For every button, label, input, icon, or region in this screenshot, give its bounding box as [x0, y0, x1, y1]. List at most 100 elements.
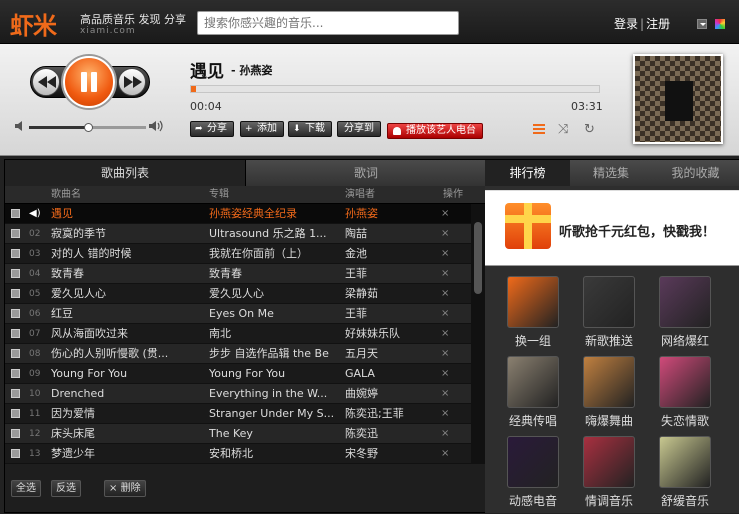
previous-button[interactable]	[32, 68, 60, 96]
classic-icon[interactable]	[507, 356, 559, 408]
share-button[interactable]: ➦ 分享	[190, 121, 234, 137]
search-input[interactable]	[197, 11, 459, 35]
volume-slider[interactable]	[29, 123, 146, 132]
row-checkbox[interactable]	[11, 389, 20, 398]
tab-song-list[interactable]: 歌曲列表	[5, 160, 246, 186]
add-button[interactable]: + 添加	[240, 121, 284, 137]
table-row[interactable]: 10 Drenched Everything in the W... 曲婉婷 ×	[5, 384, 471, 404]
shuffle-icon[interactable]: ⤨	[558, 122, 568, 137]
row-delete-icon[interactable]: ×	[441, 284, 449, 304]
table-row[interactable]: 06 红豆 Eyes On Me 王菲 ×	[5, 304, 471, 324]
table-row[interactable]: 09 Young For You Young For You GALA ×	[5, 364, 471, 384]
song-artist[interactable]: - 孙燕姿	[231, 62, 272, 78]
category-tile[interactable]: 舒缓音乐	[647, 430, 723, 512]
row-delete-icon[interactable]: ×	[441, 404, 449, 424]
row-delete-icon[interactable]: ×	[441, 264, 449, 284]
row-song[interactable]: 致青春	[51, 264, 201, 284]
row-album[interactable]: Eyes On Me	[209, 304, 337, 324]
row-album[interactable]: 南北	[209, 324, 337, 344]
row-checkbox[interactable]	[11, 369, 20, 378]
table-row[interactable]: 04 致青春 致青春 王菲 ×	[5, 264, 471, 284]
table-row[interactable]: ◀) 遇见 孙燕姿经典全纪录 孙燕姿 ×	[5, 204, 471, 224]
red-packet-promo[interactable]: 听歌抢千元红包，快戳我！	[485, 190, 739, 266]
row-album[interactable]: 我就在你面前（上）	[209, 244, 337, 264]
row-delete-icon[interactable]: ×	[441, 364, 449, 384]
row-checkbox[interactable]	[11, 409, 20, 418]
table-row[interactable]: 08 伤心的人别听慢歌 (贯... 步步 自选作品辑 the Be 五月天 ×	[5, 344, 471, 364]
pause-button[interactable]	[63, 56, 115, 108]
register-link[interactable]: 注册	[646, 17, 670, 31]
row-artist[interactable]: 王菲	[345, 264, 427, 284]
row-delete-icon[interactable]: ×	[441, 424, 449, 444]
volume-max-icon[interactable]	[149, 120, 165, 132]
table-row[interactable]: 03 对的人 错的时候 我就在你面前（上） 金池 ×	[5, 244, 471, 264]
select-all-button[interactable]: 全选	[11, 480, 41, 497]
row-album[interactable]: 安和桥北	[209, 444, 337, 464]
row-checkbox[interactable]	[11, 329, 20, 338]
row-song[interactable]: 爱久见人心	[51, 284, 201, 304]
row-delete-icon[interactable]: ×	[441, 384, 449, 404]
viral-icon[interactable]	[659, 276, 711, 328]
repeat-one-icon[interactable]: ↻	[584, 122, 595, 137]
delete-button[interactable]: × 删除	[104, 480, 146, 497]
tab-favorites[interactable]: 我的收藏	[652, 160, 739, 186]
row-checkbox[interactable]	[11, 209, 20, 218]
row-song[interactable]: 红豆	[51, 304, 201, 324]
row-artist[interactable]: 金池	[345, 244, 427, 264]
row-artist[interactable]: 陶喆	[345, 224, 427, 244]
row-album[interactable]: Stranger Under My S...	[209, 404, 337, 424]
row-checkbox[interactable]	[11, 249, 20, 258]
row-delete-icon[interactable]: ×	[441, 224, 449, 244]
row-song[interactable]: 风从海面吹过来	[51, 324, 201, 344]
category-tile[interactable]: 失恋情歌	[647, 350, 723, 432]
electronic-icon[interactable]	[507, 436, 559, 488]
row-delete-icon[interactable]: ×	[441, 324, 449, 344]
table-row[interactable]: 11 因为爱情 Stranger Under My S... 陈奕迅;王菲 ×	[5, 404, 471, 424]
row-album[interactable]: Ultrasound 乐之路 1...	[209, 224, 337, 244]
dance-icon[interactable]	[583, 356, 635, 408]
row-album[interactable]: Young For You	[209, 364, 337, 384]
category-tile[interactable]: 换一组	[495, 270, 571, 352]
row-delete-icon[interactable]: ×	[441, 444, 449, 464]
row-checkbox[interactable]	[11, 309, 20, 318]
row-album[interactable]: 孙燕姿经典全纪录	[209, 204, 337, 224]
row-album[interactable]: Everything in the W...	[209, 384, 337, 404]
category-tile[interactable]: 网络爆红	[647, 270, 723, 352]
row-song[interactable]: Young For You	[51, 364, 201, 384]
row-delete-icon[interactable]: ×	[441, 304, 449, 324]
row-checkbox[interactable]	[11, 289, 20, 298]
row-song[interactable]: 伤心的人别听慢歌 (贯...	[51, 344, 201, 364]
volume-mute-icon[interactable]	[15, 121, 25, 131]
row-album[interactable]: 爱久见人心	[209, 284, 337, 304]
row-artist[interactable]: GALA	[345, 364, 427, 384]
tab-charts[interactable]: 排行榜	[485, 160, 570, 186]
download-button[interactable]: ⬇ 下载	[288, 121, 332, 137]
row-song[interactable]: 对的人 错的时候	[51, 244, 201, 264]
table-row[interactable]: 12 床头床尾 The Key 陈奕迅 ×	[5, 424, 471, 444]
next-button[interactable]	[118, 68, 146, 96]
row-checkbox[interactable]	[11, 429, 20, 438]
broken-heart-icon[interactable]	[659, 356, 711, 408]
row-artist[interactable]: 曲婉婷	[345, 384, 427, 404]
table-row[interactable]: 02 寂寞的季节 Ultrasound 乐之路 1... 陶喆 ×	[5, 224, 471, 244]
album-cover[interactable]	[633, 54, 723, 144]
new-top-icon[interactable]	[583, 276, 635, 328]
row-checkbox[interactable]	[11, 229, 20, 238]
table-row[interactable]: 13 梦遗少年 安和桥北 宋冬野 ×	[5, 444, 471, 464]
tab-collections[interactable]: 精选集	[570, 160, 652, 186]
row-delete-icon[interactable]: ×	[441, 204, 449, 224]
category-tile[interactable]: 动感电音	[495, 430, 571, 512]
song-list-scrollbar[interactable]	[471, 204, 485, 464]
scroll-thumb[interactable]	[474, 222, 482, 294]
row-album[interactable]: 致青春	[209, 264, 337, 284]
row-artist[interactable]: 好妹妹乐队	[345, 324, 427, 344]
row-artist[interactable]: 王菲	[345, 304, 427, 324]
category-tile[interactable]: 情调音乐	[571, 430, 647, 512]
row-album[interactable]: The Key	[209, 424, 337, 444]
soothing-icon[interactable]	[659, 436, 711, 488]
row-delete-icon[interactable]: ×	[441, 244, 449, 264]
list-loop-icon[interactable]	[533, 124, 545, 134]
refresh-icon[interactable]	[507, 276, 559, 328]
row-song[interactable]: 梦遗少年	[51, 444, 201, 464]
share-to-button[interactable]: 分享到	[337, 121, 381, 137]
